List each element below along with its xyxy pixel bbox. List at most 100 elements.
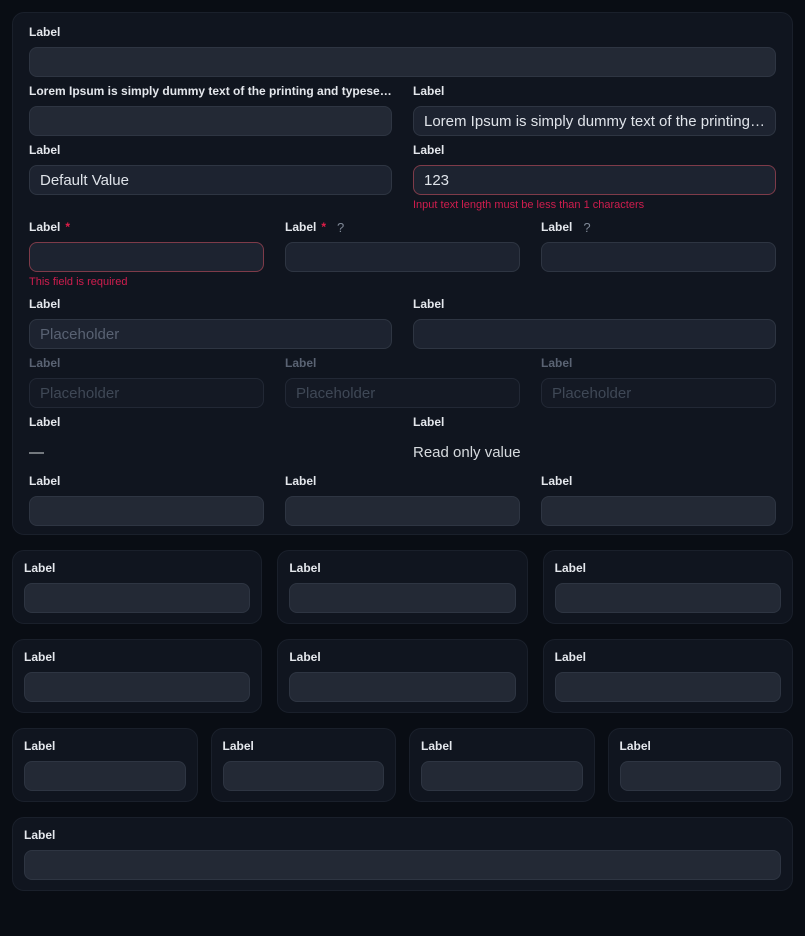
field-label-text: Label — [29, 357, 60, 370]
field-label-text: Label — [24, 829, 55, 842]
field-label: Label — [285, 475, 520, 488]
text-input[interactable] — [555, 672, 781, 702]
text-input[interactable] — [24, 761, 186, 791]
form-row-5: Label Label — [29, 291, 776, 349]
field-label: Label — [24, 740, 186, 753]
text-field-disabled: Label — [285, 350, 520, 408]
field-card: Label — [12, 728, 198, 802]
text-input[interactable] — [620, 761, 782, 791]
field-label: Label — [620, 740, 782, 753]
text-input-disabled — [29, 378, 264, 408]
text-input[interactable] — [29, 106, 392, 136]
form-row-8: Label Label Label — [29, 468, 776, 526]
field-label: Label — [541, 357, 776, 370]
field-card: Label — [543, 639, 793, 713]
form-row-4: Label * This field is required Label * ?… — [29, 214, 776, 290]
field-label: Label — [29, 357, 264, 370]
field-label-text: Label — [29, 298, 60, 311]
field-card: Label — [608, 728, 794, 802]
field-label-text: Label — [541, 475, 572, 488]
text-field-basic: Label — [29, 19, 776, 77]
form-row-7: Label — Label Read only value — [29, 409, 776, 467]
text-input[interactable] — [285, 242, 520, 272]
field-label-text: Label — [555, 562, 586, 575]
field-label-text: Label — [541, 357, 572, 370]
text-input[interactable] — [24, 672, 250, 702]
field-label-text: Label — [285, 475, 316, 488]
field-card: Label — [12, 550, 262, 624]
text-field-long-value: Label — [413, 78, 776, 136]
field-label-text: Label — [29, 475, 60, 488]
text-input[interactable] — [289, 672, 515, 702]
text-input-disabled — [541, 378, 776, 408]
field-label: Label — [555, 651, 781, 664]
field-label-text: Label — [555, 651, 586, 664]
help-icon[interactable]: ? — [583, 221, 590, 234]
form-row-2: Lorem Ipsum is simply dummy text of the … — [29, 78, 776, 136]
text-input[interactable] — [29, 496, 264, 526]
text-field-basic: Label — [29, 468, 264, 526]
help-icon[interactable]: ? — [337, 221, 344, 234]
text-input-error[interactable] — [29, 242, 264, 272]
text-input[interactable] — [289, 583, 515, 613]
text-input[interactable] — [413, 106, 776, 136]
field-label-text: Label — [289, 651, 320, 664]
field-card: Label — [211, 728, 397, 802]
field-label-text: Label — [24, 562, 55, 575]
field-card: Label — [277, 639, 527, 713]
field-label: Label — [29, 475, 264, 488]
main-form-panel: Label Lorem Ipsum is simply dummy text o… — [12, 12, 793, 535]
field-label-text: Label — [24, 651, 55, 664]
text-field-basic: Label — [413, 291, 776, 349]
text-input[interactable] — [541, 242, 776, 272]
readonly-value: — — [29, 437, 392, 467]
text-field-required-error: Label * This field is required — [29, 214, 264, 290]
card-row-c: Label Label Label Label — [12, 728, 793, 802]
text-input[interactable] — [29, 47, 776, 77]
text-input[interactable] — [24, 583, 250, 613]
field-label-text: Label — [29, 144, 60, 157]
field-label-text: Label — [285, 357, 316, 370]
field-label-text: Label — [620, 740, 651, 753]
field-label: Label — [223, 740, 385, 753]
form-row-3: Label Label Input text length must be le… — [29, 137, 776, 213]
field-label-text: Label — [29, 26, 60, 39]
field-label: Label — [413, 144, 776, 157]
text-input[interactable] — [555, 583, 781, 613]
text-field-default-value: Label — [29, 137, 392, 213]
text-input[interactable] — [285, 496, 520, 526]
readonly-field-empty: Label — — [29, 409, 392, 467]
field-card: Label — [277, 550, 527, 624]
field-label: Label — [289, 651, 515, 664]
text-input[interactable] — [421, 761, 583, 791]
text-field-length-error: Label Input text length must be less tha… — [413, 137, 776, 213]
field-label-text: Label — [29, 416, 60, 429]
text-field-basic: Label — [541, 468, 776, 526]
text-input[interactable] — [223, 761, 385, 791]
text-input[interactable] — [29, 319, 392, 349]
field-label-text: Label — [285, 221, 316, 234]
text-input[interactable] — [24, 850, 781, 880]
field-label-text: Label — [289, 562, 320, 575]
card-row-a: Label Label Label — [12, 550, 793, 624]
field-card-full-width: Label — [12, 817, 793, 891]
field-label: Label — [24, 651, 250, 664]
field-label: Label — [541, 475, 776, 488]
error-message: Input text length must be less than 1 ch… — [413, 199, 776, 211]
text-input[interactable] — [29, 165, 392, 195]
card-row-b: Label Label Label — [12, 639, 793, 713]
field-card: Label — [12, 639, 262, 713]
card-row-d: Label — [12, 817, 793, 891]
field-label: Label ? — [541, 221, 776, 234]
field-label-text: Label — [413, 85, 444, 98]
text-input[interactable] — [413, 319, 776, 349]
field-label-text: Label — [413, 144, 444, 157]
field-label: Label — [29, 416, 392, 429]
field-label: Label * — [29, 221, 264, 234]
readonly-field-value: Label Read only value — [413, 409, 776, 467]
text-input[interactable] — [541, 496, 776, 526]
field-label-text: Label — [413, 416, 444, 429]
field-label-text: Label — [541, 221, 572, 234]
field-label: Label — [413, 298, 776, 311]
text-input-error[interactable] — [413, 165, 776, 195]
